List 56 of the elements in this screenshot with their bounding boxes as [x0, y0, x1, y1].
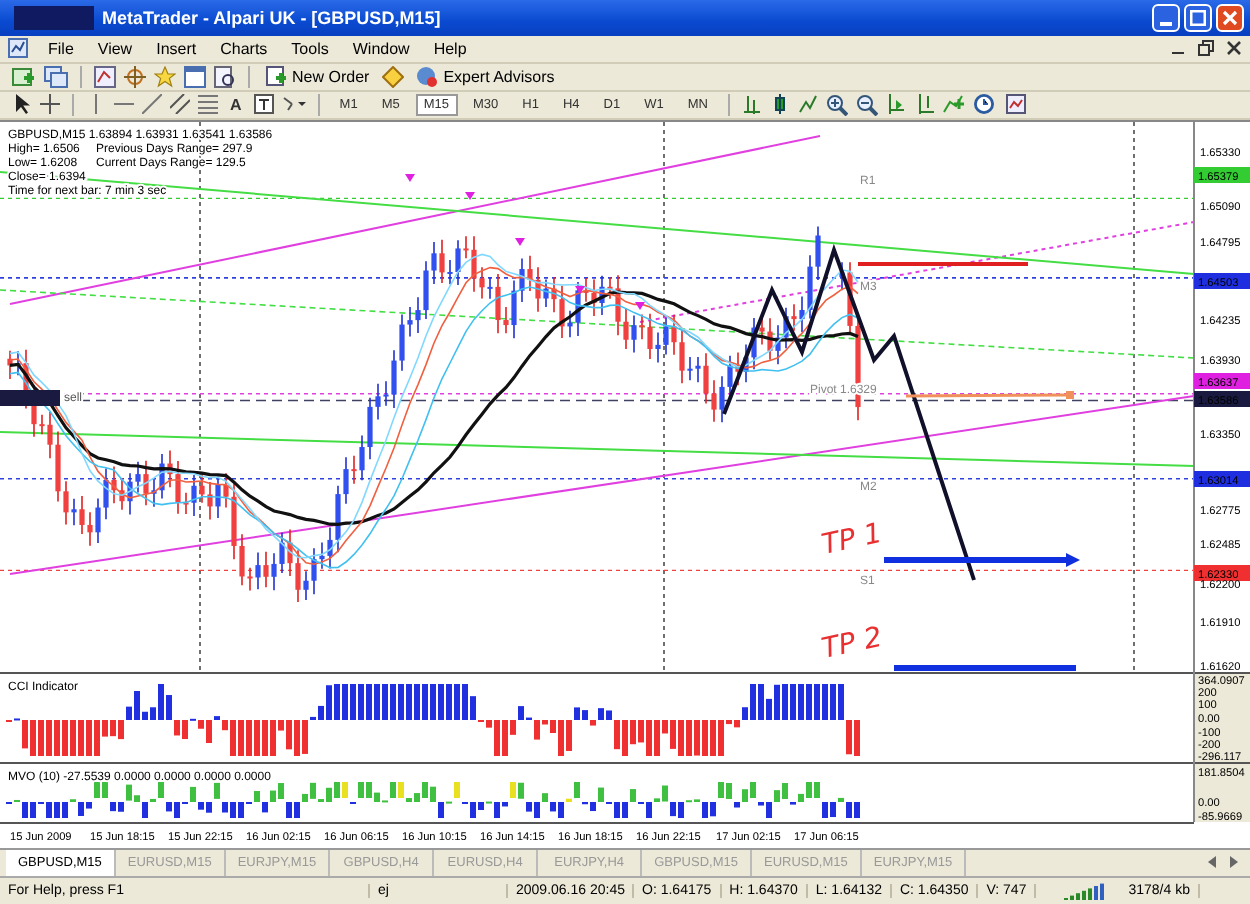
redaction-bar — [14, 5, 94, 30]
connection-icon — [1064, 882, 1105, 900]
arrow-mark-icon — [575, 285, 585, 294]
menu-item[interactable]: Tools — [281, 39, 339, 58]
menu-item[interactable]: View — [87, 39, 143, 58]
menu-item[interactable]: Charts — [210, 39, 278, 58]
candlestick-icon[interactable] — [769, 94, 790, 115]
channel-icon[interactable] — [170, 94, 190, 115]
autoscroll-icon[interactable] — [885, 94, 906, 115]
templates-icon[interactable] — [1005, 94, 1030, 115]
arrow-mark-icon — [405, 173, 415, 182]
label-icon[interactable] — [253, 94, 274, 115]
minimize-button[interactable] — [1152, 3, 1180, 32]
crosshair-icon[interactable] — [124, 65, 146, 88]
maximize-button[interactable] — [1184, 3, 1212, 32]
menu-item[interactable]: Help — [423, 39, 477, 58]
order-icon — [266, 66, 286, 87]
menu-item[interactable]: File — [38, 39, 84, 58]
minimize-icon — [1160, 21, 1172, 26]
zoom-out-icon[interactable] — [855, 93, 878, 116]
fibonacci-icon[interactable] — [198, 94, 218, 115]
scroll-right-icon[interactable] — [1228, 856, 1238, 869]
bar-chart-icon[interactable] — [741, 94, 762, 115]
arrow-mark-icon — [515, 237, 525, 246]
arrow-mark-icon — [465, 191, 475, 200]
new-order-button[interactable]: New Order — [262, 66, 374, 87]
close-button[interactable] — [1216, 3, 1244, 32]
handwritten-note: TP 2 — [819, 621, 886, 666]
diamond-icon[interactable] — [381, 65, 404, 88]
window-icon[interactable] — [184, 65, 206, 88]
menu-item[interactable]: Insert — [146, 39, 207, 58]
arrow-mark-icon — [635, 301, 645, 310]
new-chart-icon[interactable] — [12, 65, 36, 88]
close-icon[interactable] — [1226, 40, 1242, 57]
line-chart-icon[interactable] — [797, 94, 818, 115]
restore-icon[interactable] — [1198, 40, 1214, 57]
market-watch-icon[interactable] — [94, 65, 116, 88]
crosshair-icon[interactable] — [40, 94, 60, 115]
handwritten-note: TP 1 — [819, 517, 886, 562]
text-tool[interactable]: A — [226, 95, 246, 114]
arrows-icon[interactable] — [281, 94, 306, 115]
menu-item[interactable]: Window — [342, 39, 420, 58]
trendline-icon[interactable] — [142, 94, 162, 115]
window-title: MetaTrader - Alpari UK - [GBPUSD,M15] — [102, 7, 443, 28]
chart-shift-icon[interactable] — [913, 94, 934, 115]
star-icon[interactable] — [154, 65, 176, 88]
scroll-left-icon[interactable] — [1208, 856, 1218, 869]
zoom-in-icon[interactable] — [825, 93, 848, 116]
expert-advisors-button[interactable]: Expert Advisors — [411, 65, 559, 88]
cursor-icon[interactable] — [12, 94, 32, 115]
maximize-icon — [1190, 9, 1206, 26]
indicators-icon[interactable] — [941, 94, 966, 115]
profiles-icon[interactable] — [44, 65, 68, 88]
chart-window-icon[interactable] — [8, 38, 28, 59]
close-icon — [1222, 9, 1238, 26]
clock-icon[interactable] — [973, 94, 998, 115]
